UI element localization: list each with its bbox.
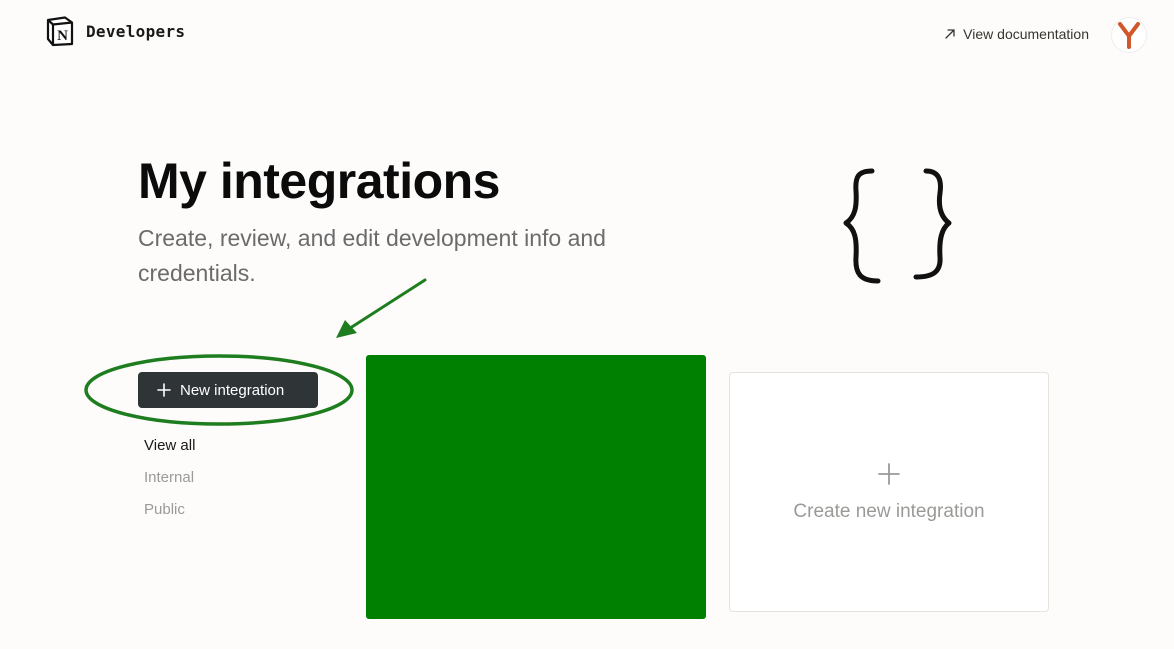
brand-name: Developers: [86, 21, 186, 41]
filter-public[interactable]: Public: [144, 501, 185, 518]
annotation-arrow: [336, 278, 427, 338]
svg-text:N: N: [57, 28, 68, 44]
plus-icon: [157, 383, 171, 397]
new-integration-button[interactable]: New integration: [138, 372, 318, 408]
view-documentation-label: View documentation: [963, 26, 1089, 42]
filter-view-all[interactable]: View all: [144, 437, 195, 454]
new-integration-label: New integration: [180, 381, 285, 399]
curly-braces-icon: [843, 168, 952, 284]
avatar-letter-y: [1118, 22, 1140, 49]
view-documentation-link[interactable]: View documentation: [944, 26, 1089, 42]
filter-internal[interactable]: Internal: [144, 469, 194, 486]
highlighted-integration-card[interactable]: [366, 355, 706, 619]
create-new-integration-card[interactable]: Create new integration: [729, 372, 1049, 612]
brand[interactable]: N Developers: [44, 15, 185, 47]
plus-icon: [878, 463, 900, 485]
page-title: My integrations: [138, 153, 500, 209]
notion-logo-icon: N: [46, 16, 74, 47]
create-new-integration-label: Create new integration: [793, 501, 985, 522]
user-avatar[interactable]: [1112, 18, 1146, 52]
arrow-up-right-icon: [945, 29, 955, 39]
